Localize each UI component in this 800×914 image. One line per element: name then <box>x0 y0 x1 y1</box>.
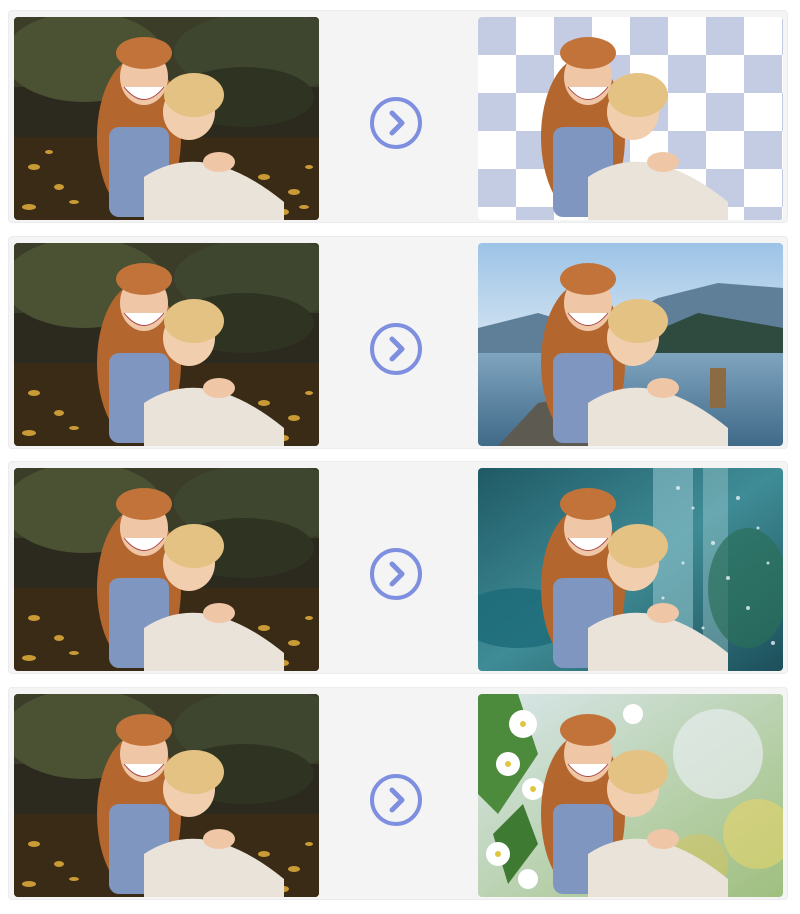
comparison-row-rain <box>8 461 788 674</box>
original-photo <box>14 468 319 671</box>
convert-arrow-button[interactable] <box>370 774 422 826</box>
comparison-row-transparent <box>8 10 788 223</box>
background-replacement-showcase <box>0 0 800 914</box>
chevron-right-icon <box>389 561 405 587</box>
chevron-right-icon <box>389 787 405 813</box>
original-photo <box>14 17 319 220</box>
original-photo <box>14 243 319 446</box>
result-photo-rain-background <box>478 468 783 671</box>
convert-arrow-button[interactable] <box>370 548 422 600</box>
convert-arrow-button[interactable] <box>370 323 422 375</box>
chevron-right-icon <box>389 336 405 362</box>
result-photo-flowers-background <box>478 694 783 897</box>
comparison-row-flowers <box>8 687 788 900</box>
original-photo <box>14 694 319 897</box>
convert-arrow-button[interactable] <box>370 97 422 149</box>
chevron-right-icon <box>389 110 405 136</box>
result-photo-lake-background <box>478 243 783 446</box>
result-photo-transparent-background <box>478 17 783 220</box>
comparison-row-lake <box>8 236 788 449</box>
